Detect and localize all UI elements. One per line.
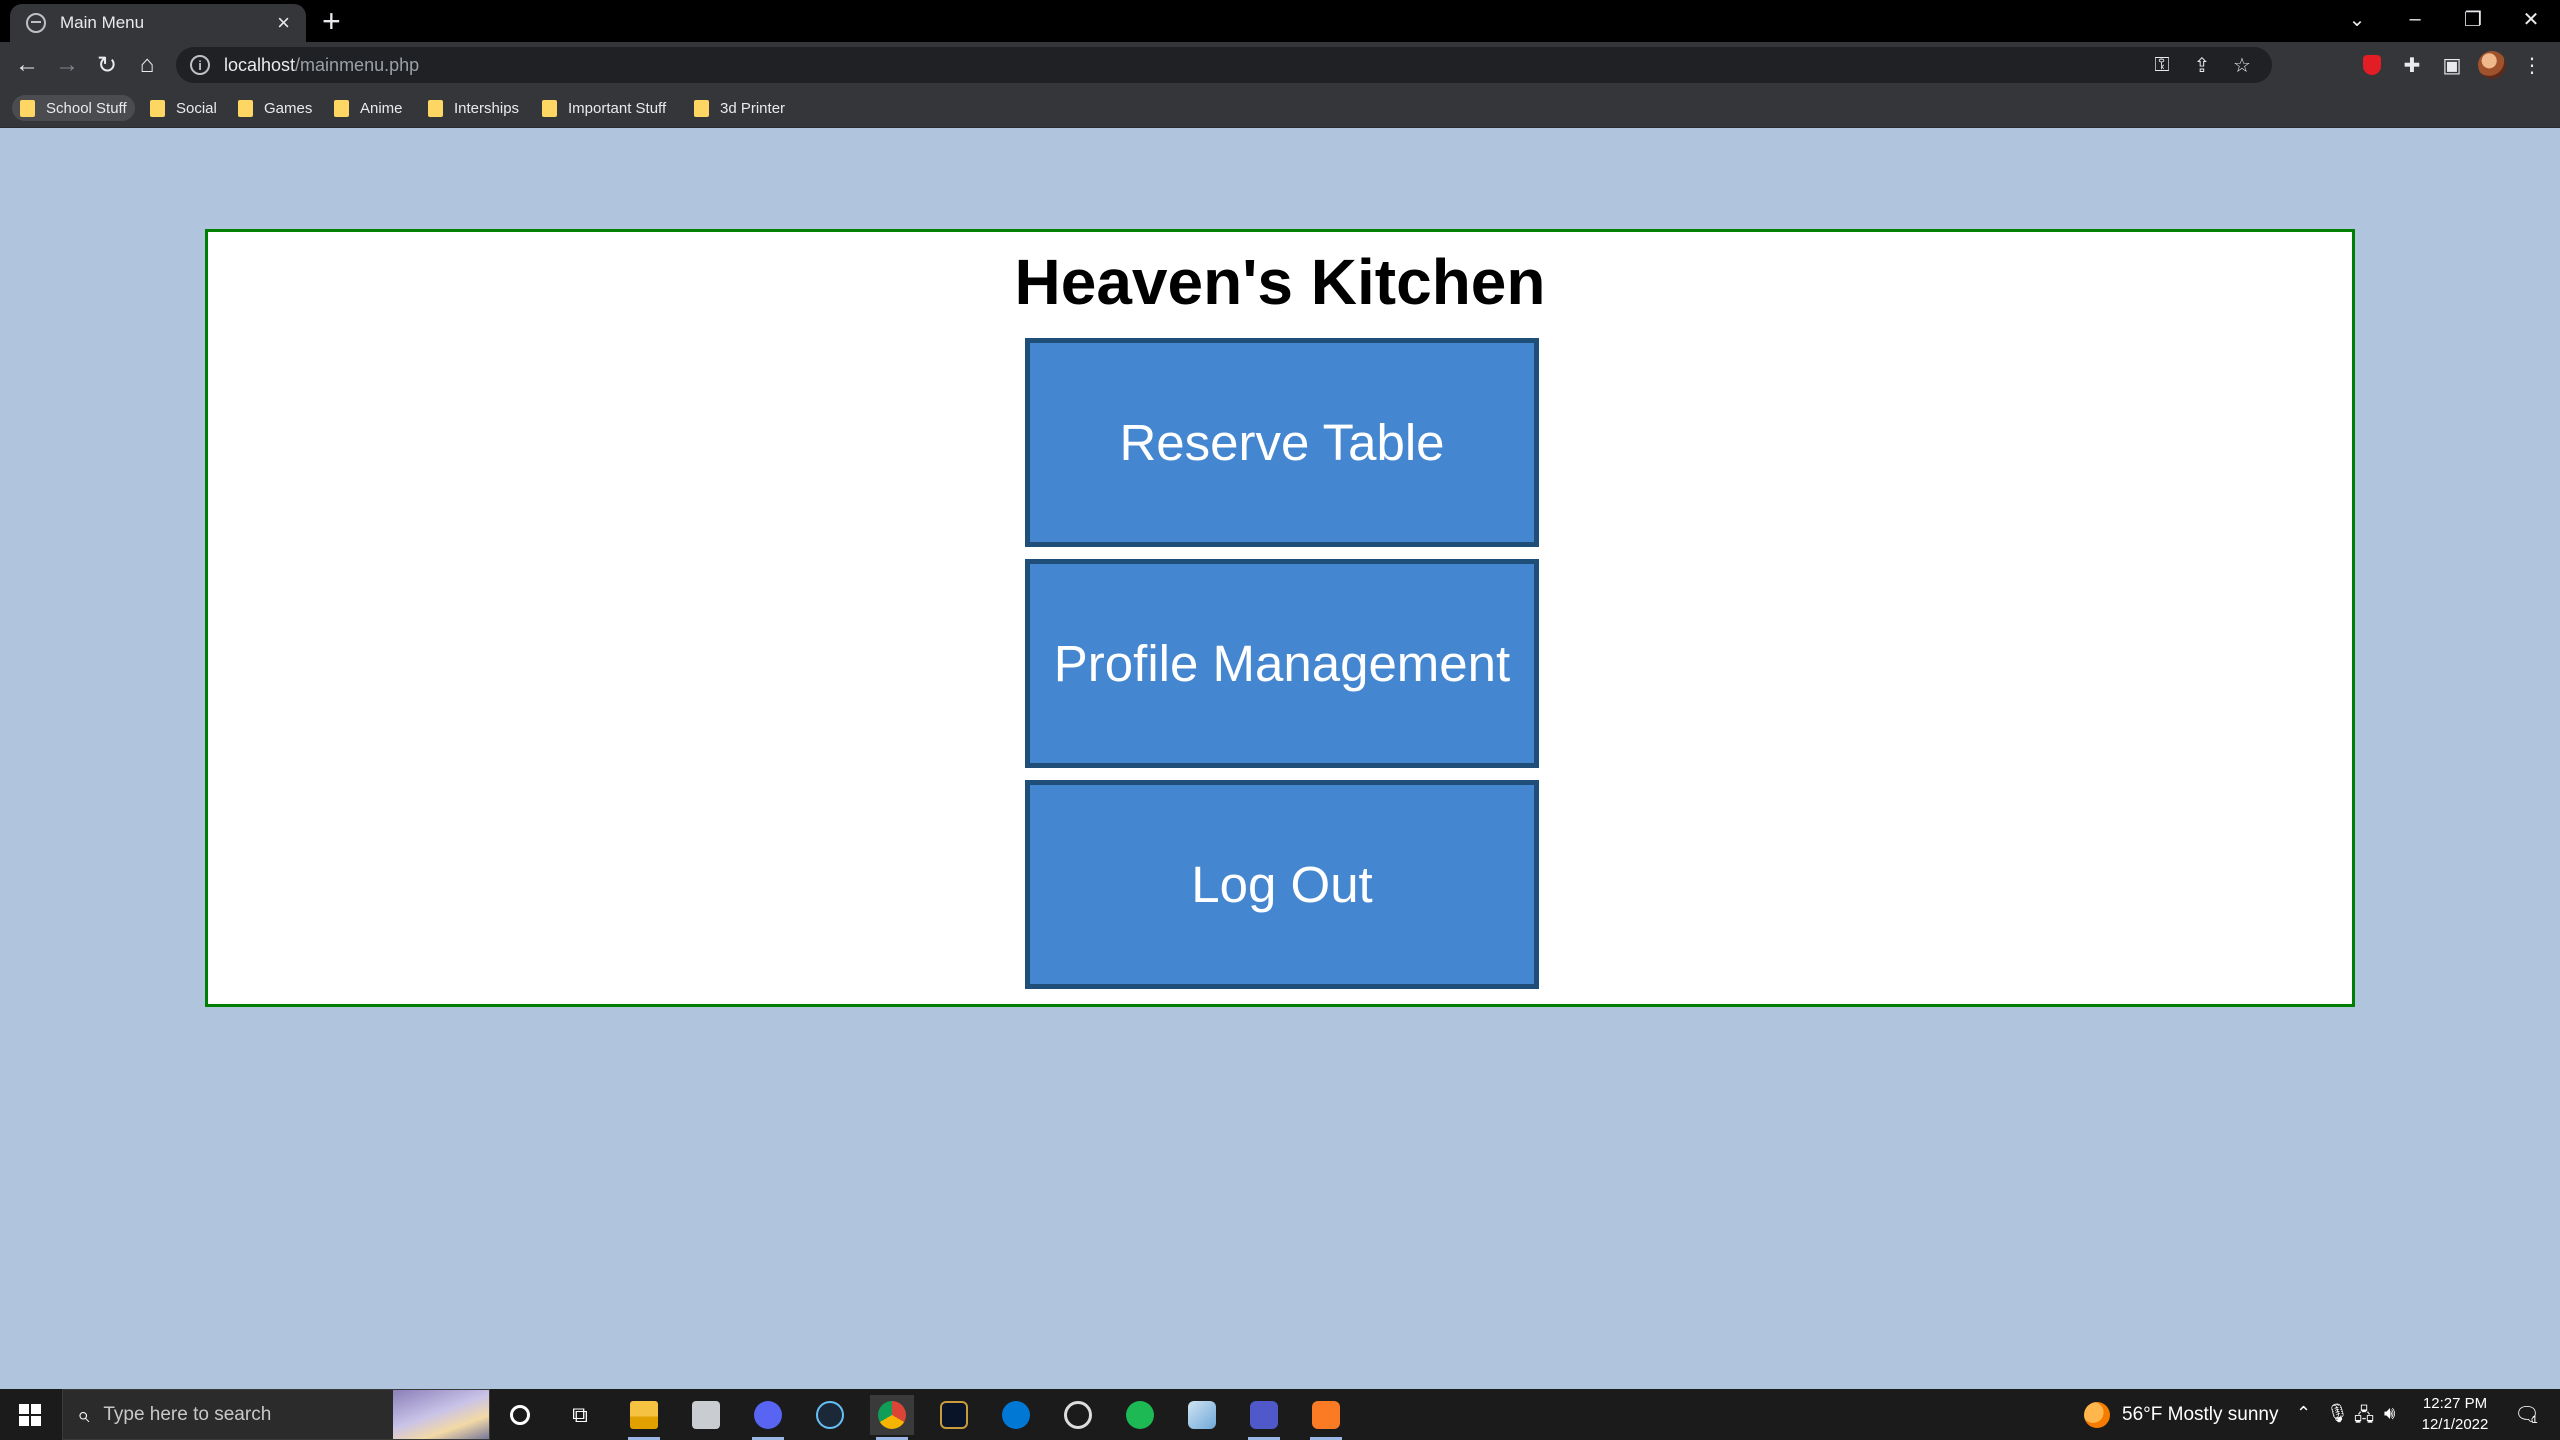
folder-icon — [150, 99, 165, 117]
main-menu-panel: Heaven's Kitchen Reserve Table Profile M… — [205, 229, 2355, 1007]
tab-search-icon[interactable]: ⌄ — [2328, 0, 2386, 38]
file-explorer-icon[interactable] — [622, 1395, 666, 1440]
minimize-button[interactable]: – — [2386, 0, 2444, 38]
notes-icon[interactable] — [1180, 1395, 1224, 1435]
site-info-icon[interactable]: i — [190, 55, 210, 75]
folder-icon — [238, 99, 253, 117]
folder-icon — [428, 99, 443, 117]
taskbar-search-box[interactable]: ⌕ Type here to search — [62, 1389, 490, 1440]
weather-sun-icon — [2084, 1401, 2110, 1428]
cortana-icon[interactable] — [498, 1395, 542, 1435]
restore-button[interactable]: ❐ — [2444, 0, 2502, 38]
bookmark-games[interactable]: Games — [230, 95, 320, 121]
weather-text: 56°F Mostly sunny — [2122, 1403, 2279, 1425]
profile-avatar[interactable] — [2478, 51, 2506, 79]
bookmark-3d-printer[interactable]: 3d Printer — [686, 95, 793, 121]
reload-button[interactable]: ↻ — [90, 48, 124, 82]
xampp-icon[interactable] — [1304, 1395, 1348, 1440]
bookmark-interships[interactable]: Interships — [420, 95, 527, 121]
new-tab-button[interactable]: + — [322, 4, 341, 38]
clock[interactable]: 12:27 PM 12/1/2022 — [2410, 1393, 2500, 1435]
chevron-up-icon[interactable]: ⌃ — [2296, 1403, 2311, 1424]
globe-icon — [26, 13, 46, 33]
url-host: localhost — [224, 54, 296, 75]
folder-icon — [20, 99, 35, 117]
league-icon[interactable] — [932, 1395, 976, 1435]
obs-icon[interactable] — [1056, 1395, 1100, 1435]
microphone-icon[interactable]: 🎙︎ — [2326, 1403, 2349, 1424]
folder-icon — [694, 99, 709, 117]
search-highlight-image — [393, 1390, 489, 1439]
share-icon[interactable]: ⇪ — [2188, 53, 2216, 77]
notifications-button[interactable]: 🗨︎ 1 — [2506, 1389, 2546, 1440]
page-title: Heaven's Kitchen — [1014, 246, 1546, 318]
extension-red-icon[interactable] — [2358, 51, 2386, 79]
bookmark-star-icon[interactable]: ☆ — [2228, 53, 2256, 77]
side-panel-icon[interactable]: ▣ — [2438, 51, 2466, 79]
chrome-icon[interactable] — [870, 1395, 914, 1440]
log-out-button[interactable]: Log Out — [1025, 780, 1539, 989]
tab-main-menu[interactable]: Main Menu × — [10, 4, 306, 42]
files-icon[interactable] — [684, 1395, 728, 1435]
clock-time: 12:27 PM — [2422, 1395, 2488, 1412]
password-key-icon[interactable]: ⚿ — [2148, 53, 2176, 77]
search-icon: ⌕ — [77, 1401, 90, 1427]
menu-kebab-icon[interactable]: ⋮ — [2518, 51, 2546, 79]
folder-icon — [334, 99, 349, 117]
extensions-puzzle-icon[interactable]: ✚ — [2398, 51, 2426, 79]
notification-count: 1 — [2531, 1413, 2538, 1426]
bookmarks-bar: School Stuff Social Games Anime Intershi… — [0, 88, 2560, 128]
search-placeholder: Type here to search — [103, 1403, 272, 1425]
profile-management-button[interactable]: Profile Management — [1025, 559, 1539, 768]
windows-taskbar: ⌕ Type here to search ⧉ 56°F Mostly sunn… — [0, 1389, 2560, 1440]
close-window-button[interactable]: ✕ — [2502, 0, 2560, 38]
task-view-icon[interactable]: ⧉ — [558, 1395, 602, 1435]
forward-button[interactable]: → — [50, 48, 84, 82]
clock-date: 12/1/2022 — [2421, 1416, 2489, 1433]
spotify-icon[interactable] — [1118, 1395, 1162, 1435]
steam-icon[interactable] — [808, 1395, 852, 1435]
bookmark-social[interactable]: Social — [142, 95, 225, 121]
home-button[interactable]: ⌂ — [130, 48, 164, 82]
teams-icon[interactable] — [1242, 1395, 1286, 1440]
browser-toolbar: ← → ↻ ⌂ i localhost/mainmenu.php ☆ ⇪ ⚿ ✚… — [0, 42, 2560, 88]
start-button[interactable] — [0, 1389, 60, 1440]
bookmark-important-stuff[interactable]: Important Stuff — [534, 95, 674, 121]
back-button[interactable]: ← — [10, 48, 44, 82]
tab-title: Main Menu — [60, 13, 145, 32]
weather-widget[interactable]: 56°F Mostly sunny — [2084, 1389, 2279, 1440]
maps-icon[interactable] — [994, 1395, 1038, 1435]
tab-strip: Main Menu × + ⌄ – ❐ ✕ — [0, 0, 2560, 42]
folder-icon — [542, 99, 557, 117]
windows-logo-icon — [19, 1403, 41, 1426]
reserve-table-button[interactable]: Reserve Table — [1025, 338, 1539, 547]
bookmark-school-stuff[interactable]: School Stuff — [12, 95, 135, 121]
volume-icon[interactable]: 🔊︎ — [2384, 1403, 2395, 1424]
discord-icon[interactable] — [746, 1395, 790, 1440]
url-path: /mainmenu.php — [295, 54, 420, 75]
close-tab-icon[interactable]: × — [277, 12, 290, 34]
network-icon[interactable]: 🖧︎ — [2354, 1403, 2374, 1433]
bookmark-anime[interactable]: Anime — [326, 95, 411, 121]
address-bar[interactable]: i localhost/mainmenu.php ☆ ⇪ ⚿ — [176, 47, 2272, 83]
